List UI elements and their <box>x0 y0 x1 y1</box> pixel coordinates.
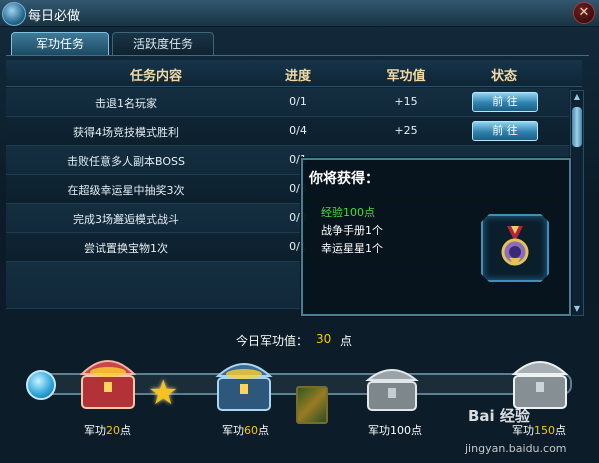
tooltip-reward-line: 经验100点 <box>321 206 375 219</box>
silver-chest-icon <box>511 361 569 409</box>
table-row: 击退1名玩家 0/1 +15 前 往 <box>6 88 569 117</box>
scroll-up-icon[interactable]: ▲ <box>572 92 582 102</box>
title-bar: 每日必做 ✕ <box>0 0 599 27</box>
milestone-chest-60[interactable] <box>212 354 276 418</box>
header-status: 状态 <box>490 69 517 84</box>
task-merit: +25 <box>394 124 418 137</box>
milestone-label: 军功20点 <box>84 422 131 438</box>
tooltip-reward-line: 战争手册1个 <box>321 224 383 237</box>
tab-activity-tasks[interactable]: 活跃度任务 <box>112 32 214 56</box>
scroll-down-icon[interactable]: ▼ <box>572 304 582 314</box>
tab-military-tasks[interactable]: 军功任务 <box>11 32 109 56</box>
header-task: 任务内容 <box>129 69 182 84</box>
task-name: 获得4场竞技模式胜利 <box>73 126 179 139</box>
progress-start-knob-icon <box>26 370 56 400</box>
milestone-prefix: 军功 <box>222 424 244 437</box>
lucky-star-icon[interactable]: ★ <box>148 376 178 410</box>
task-scrollbar[interactable]: ▲ ▼ <box>570 90 584 316</box>
task-name: 击退1名玩家 <box>95 97 157 110</box>
milestone-chest-100[interactable] <box>364 360 420 418</box>
task-name: 完成3场邂逅模式战斗 <box>73 213 179 226</box>
milestone-value: 150 <box>534 424 555 437</box>
scroll-thumb[interactable] <box>572 107 582 147</box>
task-progress: 0/1 <box>289 95 307 108</box>
medal-icon <box>501 226 529 266</box>
milestone-suffix: 点 <box>120 424 131 437</box>
task-name: 在超级幸运星中抽奖3次 <box>67 184 185 197</box>
window-title: 每日必做 <box>28 9 81 24</box>
milestone-suffix: 点 <box>258 424 269 437</box>
table-header: 任务内容 进度 军功值 状态 <box>6 60 582 87</box>
watermark-logo: Bai 经验 <box>468 407 530 425</box>
milestone-label: 军功100点 <box>368 422 422 438</box>
header-progress: 进度 <box>284 69 311 84</box>
today-merit-label: 今日军功值： <box>236 334 309 348</box>
blue-chest-icon <box>215 363 273 411</box>
today-merit-unit: 点 <box>340 334 353 348</box>
watermark-url: jingyan.baidu.com <box>465 442 567 455</box>
war-manual-icon[interactable] <box>296 386 328 424</box>
milestone-prefix: 军功 <box>368 424 390 437</box>
red-chest-icon <box>79 360 137 409</box>
tab-divider <box>6 55 589 56</box>
today-merit-value: 30 <box>316 332 332 346</box>
title-emblem-icon <box>2 2 26 26</box>
milestone-value: 60 <box>244 424 258 437</box>
tooltip-reward-line: 幸运星星1个 <box>321 242 383 255</box>
silver-chest-icon <box>365 369 419 411</box>
go-button[interactable]: 前 往 <box>472 121 538 141</box>
milestone-suffix: 点 <box>555 424 566 437</box>
go-button[interactable]: 前 往 <box>472 92 538 112</box>
milestone-value: 100点 <box>390 424 422 437</box>
close-button[interactable]: ✕ <box>573 2 595 24</box>
tooltip-title: 你将获得： <box>309 171 379 187</box>
milestone-value: 20 <box>106 424 120 437</box>
milestone-chest-20[interactable] <box>76 352 140 416</box>
task-name: 尝试置换宝物1次 <box>84 242 168 255</box>
header-merit: 军功值 <box>386 69 426 84</box>
milestone-label: 军功60点 <box>222 422 269 438</box>
reward-slot <box>481 214 549 282</box>
milestone-prefix: 军功 <box>84 424 106 437</box>
task-progress: 0/4 <box>289 124 307 137</box>
task-name: 击败任意多人副本BOSS <box>67 155 185 168</box>
task-merit: +15 <box>394 95 418 108</box>
table-row: 获得4场竞技模式胜利 0/4 +25 前 往 <box>6 117 569 146</box>
reward-tooltip: 你将获得： 经验100点 战争手册1个 幸运星星1个 <box>301 158 571 316</box>
